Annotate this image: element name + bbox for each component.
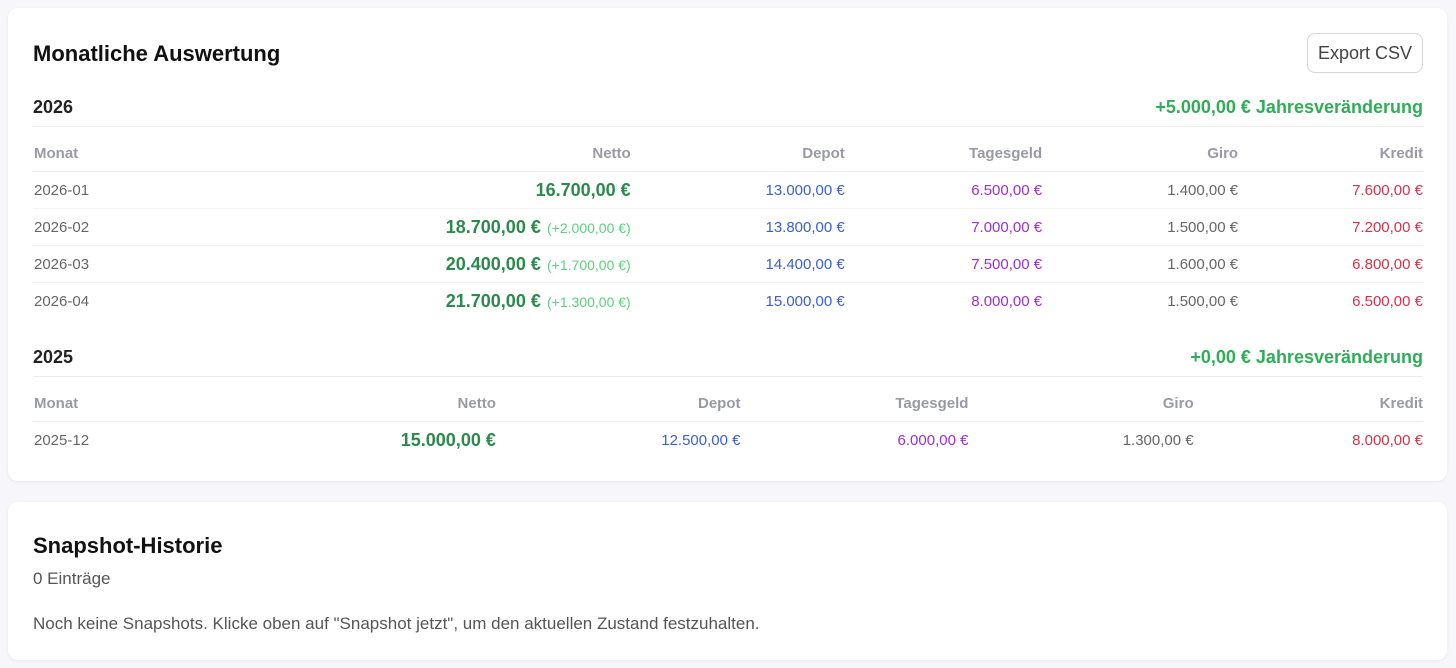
netto-value: 20.400,00 € [445,253,541,274]
tagesgeld-cell: 7.000,00 € [844,208,1043,246]
year-header: 2025 +0,00 € Jahresveränderung [33,342,1423,377]
netto-cell: 16.700,00 € [255,171,631,209]
tagesgeld-cell: 8.000,00 € [971,292,1043,310]
year-change: +5.000,00 € Jahresveränderung [1155,97,1423,117]
column-header-depot: Depot [495,385,741,422]
netto-cell: 21.700,00 € (+1.300,00 €) [255,283,631,320]
giro-cell: 1.500,00 € [1042,208,1239,246]
column-header-tagesgeld: Tagesgeld [844,135,1043,172]
month-cell: 2026-01 [33,171,256,209]
column-header-month: Monat [33,135,256,172]
table-row: 2026-02 18.700,00 € (+2.000,00 €) 13.800… [33,208,1423,246]
giro-cell: 1.600,00 € [1042,245,1239,283]
year-section-2026: 2026 +5.000,00 € Jahresveränderung Monat… [33,92,1423,319]
netto-delta: (+1.700,00 €) [547,256,631,273]
tagesgeld-cell: 6.500,00 € [844,171,1043,209]
export-csv-button[interactable]: Export CSV [1307,33,1423,73]
month-cell: 2026-04 [34,292,90,310]
column-header-month: Monat [33,385,256,422]
year-change: +0,00 € Jahresveränderung [1190,347,1423,367]
kredit-cell: 7.200,00 € [1238,208,1423,246]
giro-cell: 1.500,00 € [1167,292,1239,310]
depot-cell: 13.000,00 € [630,171,845,209]
table-row: 2026-04 21.700,00 € (+1.300,00 €) 15.000… [33,283,1423,320]
column-header-kredit: Kredit [1193,385,1423,422]
column-header-giro: Giro [1042,135,1239,172]
column-header-tagesgeld: Tagesgeld [740,385,969,422]
netto-cell: 18.700,00 € (+2.000,00 €) [255,208,631,246]
table-row: 2026-01 16.700,00 € 13.000,00 € 6.500,00… [33,171,1423,209]
depot-cell: 13.800,00 € [630,208,845,246]
table-header-row: Monat Netto Depot Tagesgeld Giro Kredit [33,135,1423,172]
giro-cell: 1.400,00 € [1042,171,1239,209]
kredit-cell: 8.000,00 € [1352,431,1423,449]
snapshot-history-card: Snapshot-Historie 0 Einträge Noch keine … [8,502,1447,660]
entry-count: 0 Einträge [33,569,111,588]
netto-cell: 15.000,00 € [255,422,496,459]
table-row: 2025-12 15.000,00 € 12.500,00 € 6.000,00… [33,422,1423,459]
monthly-table-2026: Monat Netto Depot Tagesgeld Giro Kredit … [33,135,1423,319]
column-header-netto: Netto [255,385,496,422]
giro-cell: 1.300,00 € [1122,431,1194,449]
month-cell: 2026-02 [33,208,256,246]
netto-value: 16.700,00 € [535,179,631,200]
year-section-2025: 2025 +0,00 € Jahresveränderung Monat Net… [33,342,1423,458]
month-cell: 2026-03 [33,245,256,283]
depot-cell: 12.500,00 € [661,431,741,449]
depot-cell: 15.000,00 € [765,292,845,310]
depot-cell: 14.400,00 € [630,245,845,283]
tagesgeld-cell: 7.500,00 € [844,245,1043,283]
column-header-kredit: Kredit [1238,135,1423,172]
netto-cell: 20.400,00 € (+1.700,00 €) [255,245,631,283]
netto-value: 18.700,00 € [445,216,541,237]
monthly-report-title: Monatliche Auswertung [33,41,281,66]
netto-value: 21.700,00 € [445,290,541,311]
column-header-depot: Depot [630,135,845,172]
table-row: 2026-03 20.400,00 € (+1.700,00 €) 14.400… [33,245,1423,283]
netto-delta: (+1.300,00 €) [547,293,631,310]
empty-state-message: Noch keine Snapshots. Klicke oben auf "S… [33,614,760,633]
year-header: 2026 +5.000,00 € Jahresveränderung [33,92,1423,127]
year-label: 2025 [33,347,74,367]
kredit-cell: 6.500,00 € [1352,292,1423,310]
month-cell: 2025-12 [34,431,90,449]
snapshot-history-title: Snapshot-Historie [33,533,223,558]
column-header-netto: Netto [255,135,631,172]
kredit-cell: 7.600,00 € [1238,171,1423,209]
year-label: 2026 [33,97,74,117]
monthly-table-2025: Monat Netto Depot Tagesgeld Giro Kredit … [33,385,1423,458]
netto-delta: (+2.000,00 €) [547,219,631,236]
column-header-giro: Giro [968,385,1194,422]
kredit-cell: 6.800,00 € [1238,245,1423,283]
netto-value: 15.000,00 € [400,429,496,450]
table-header-row: Monat Netto Depot Tagesgeld Giro Kredit [33,385,1423,422]
tagesgeld-cell: 6.000,00 € [897,431,969,449]
monthly-report-card: Monatliche Auswertung Export CSV 2026 +5… [8,8,1447,481]
